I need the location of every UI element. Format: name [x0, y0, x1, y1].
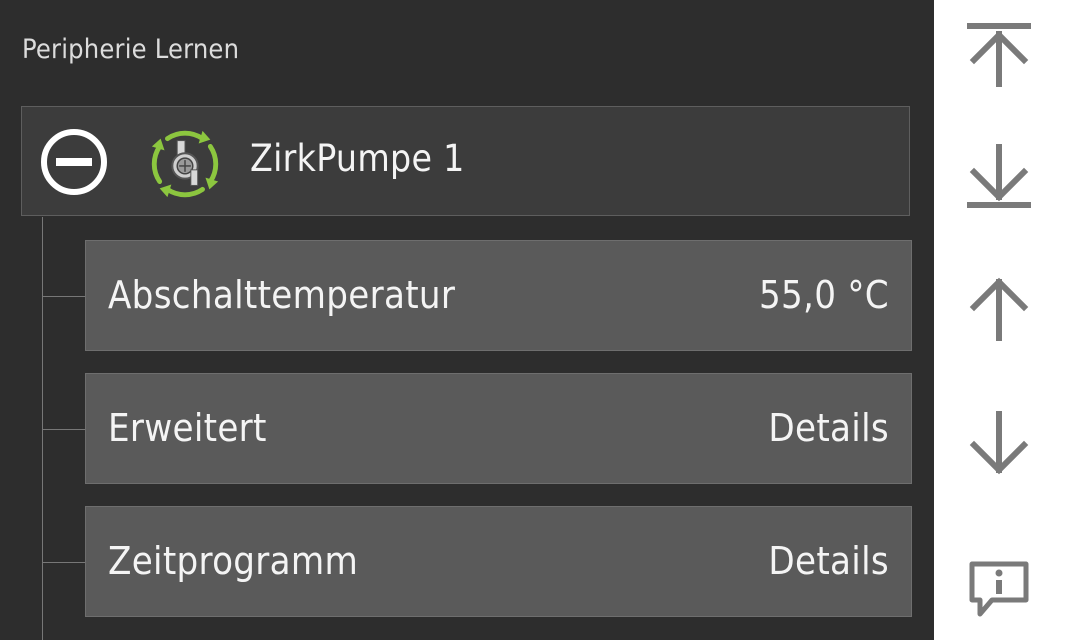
arrow-up-icon[interactable] — [964, 274, 1034, 344]
info-message-icon[interactable] — [964, 552, 1034, 622]
group-label: ZirkPumpe 1 — [250, 137, 465, 180]
row-abschalttemperatur[interactable]: Abschalttemperatur 55,0 °C — [85, 240, 912, 351]
row-label: Zeitprogramm — [108, 539, 359, 583]
arrow-down-icon[interactable] — [964, 408, 1034, 478]
row-label: Abschalttemperatur — [108, 273, 456, 317]
row-zeitprogramm[interactable]: Zeitprogramm Details — [85, 506, 912, 617]
row-label: Erweitert — [108, 406, 267, 450]
tree-branch-line — [42, 296, 86, 297]
group-header-zirkpumpe[interactable]: ZirkPumpe 1 — [21, 106, 910, 216]
tree-branch-line — [42, 562, 86, 563]
minus-circle-icon[interactable] — [39, 127, 109, 197]
row-value: Details — [768, 539, 889, 583]
main-panel: Peripherie Lernen ZirkPumpe 1 Abschaltte… — [0, 0, 934, 640]
row-value: Details — [768, 406, 889, 450]
scroll-to-bottom-icon[interactable] — [964, 142, 1034, 212]
tree-branch-line — [42, 429, 86, 430]
row-erweitert[interactable]: Erweitert Details — [85, 373, 912, 484]
scroll-to-top-icon[interactable] — [964, 20, 1034, 90]
circulation-pump-icon — [151, 130, 219, 198]
sidebar — [934, 0, 1067, 640]
page-title: Peripherie Lernen — [22, 34, 240, 65]
row-value: 55,0 °C — [758, 273, 889, 317]
